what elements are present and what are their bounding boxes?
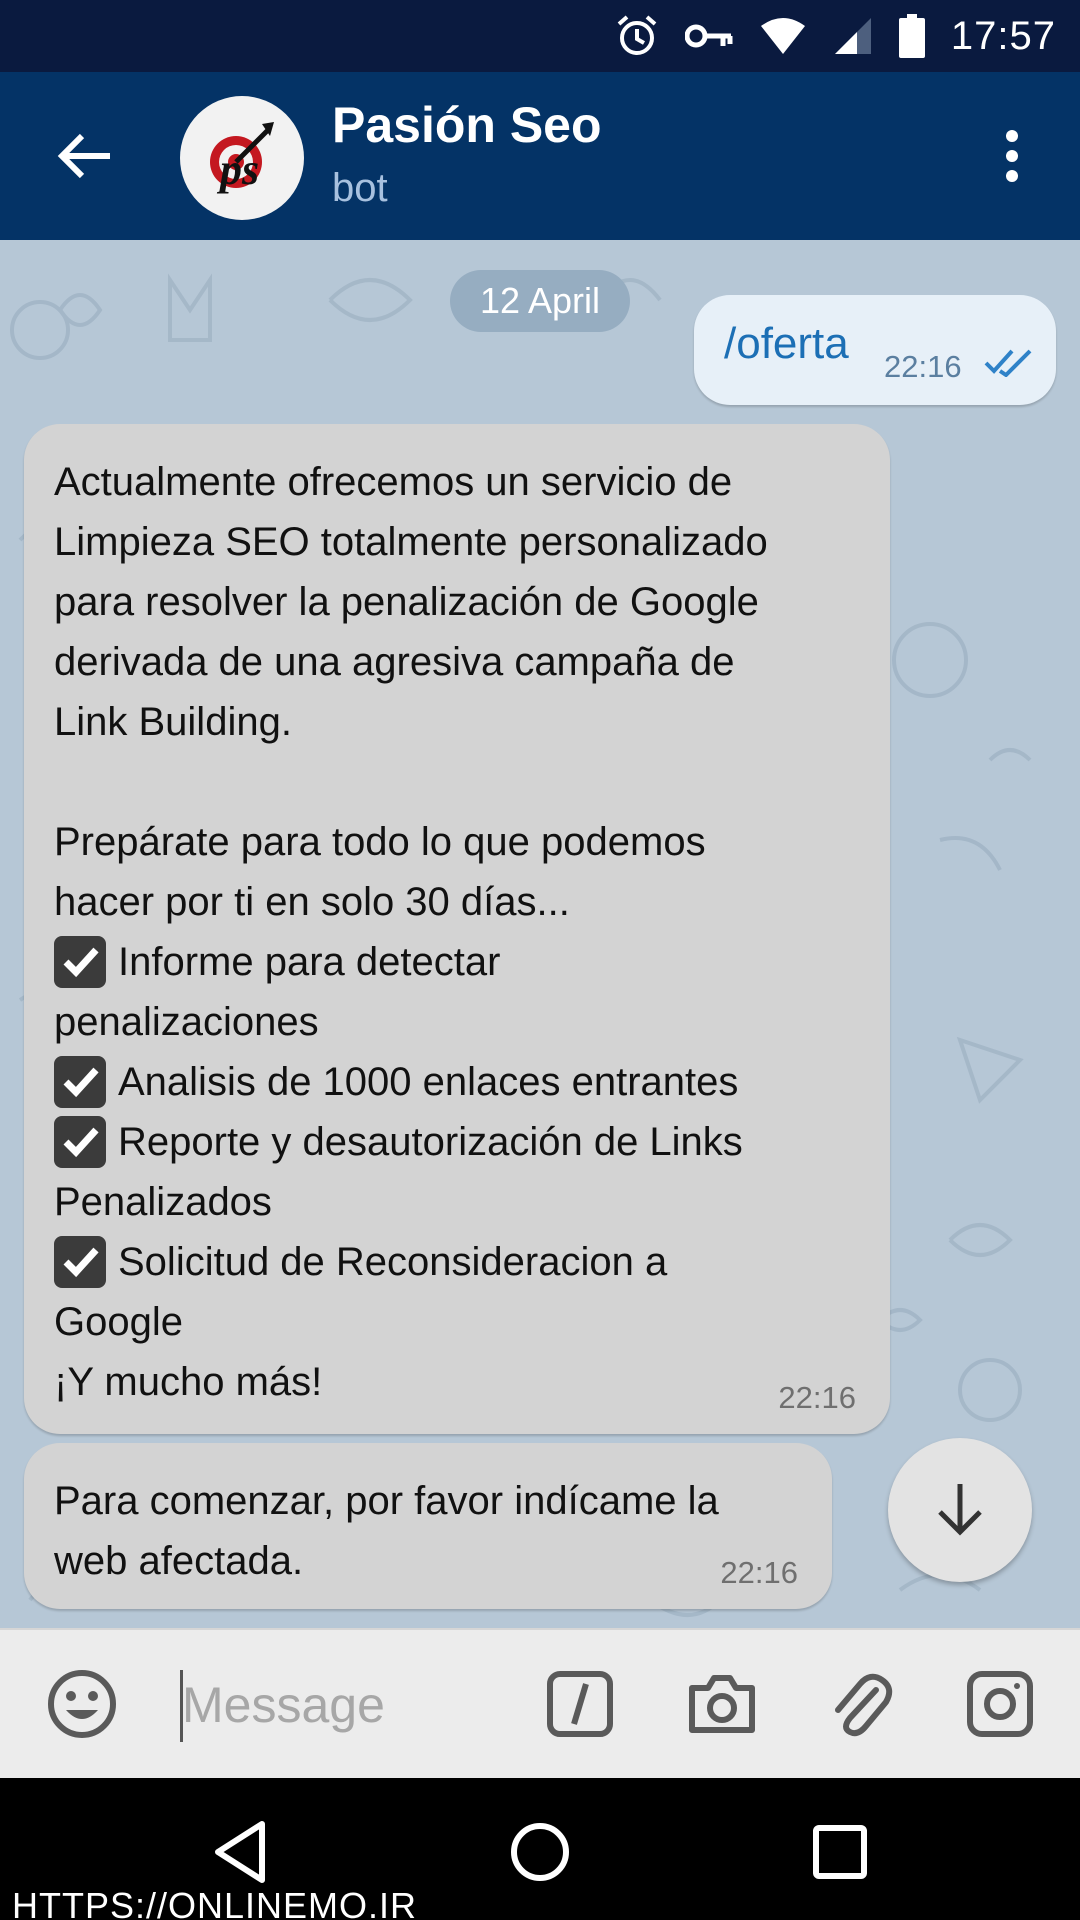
checklist-item: Reporte y desautorización de Links [54, 1112, 874, 1172]
emoji-button[interactable] [46, 1668, 118, 1740]
alarm-icon [615, 14, 659, 58]
incoming-message[interactable]: Actualmente ofrecemos un servicio de Lim… [24, 424, 890, 1434]
message-line: Limpieza SEO totalmente personalizado [54, 520, 768, 564]
pasion-seo-logo: ps [210, 122, 274, 194]
status-bar: 17:57 [0, 0, 1080, 72]
checklist-item: Informe para detectar [54, 932, 874, 992]
scroll-down-button[interactable] [888, 1438, 1032, 1582]
arrow-down-icon [938, 1484, 982, 1536]
avatar[interactable]: ps [180, 96, 304, 220]
message-line: hacer por ti en solo 30 días... [54, 880, 570, 924]
incoming-message-text: Actualmente ofrecemos un servicio de Lim… [54, 452, 874, 1412]
nav-recent-button[interactable] [800, 1812, 880, 1892]
checklist-item-text: Informe para detectar [118, 940, 501, 984]
nav-back-icon [215, 1821, 265, 1883]
message-line: Para comenzar, por favor indícame la [54, 1479, 719, 1523]
checklist-item: Analisis de 1000 enlaces entrantes [54, 1052, 874, 1112]
message-line: para resolver la penalización de Google [54, 580, 759, 624]
outgoing-message[interactable]: /oferta 22:16 [694, 295, 1056, 405]
checklist-item-text: Solicitud de Reconsideracion a [118, 1240, 668, 1284]
message-line: Google [54, 1300, 183, 1344]
battery-icon [898, 14, 925, 58]
app-bar: ps Pasión Seo bot [0, 72, 1080, 240]
nav-recent-icon [813, 1825, 867, 1879]
message-line: derivada de una agresiva campaña de [54, 640, 735, 684]
check-box-icon [54, 936, 106, 988]
incoming-message[interactable]: Para comenzar, por favor indícame la web… [24, 1443, 832, 1609]
incoming-message-time: 22:16 [720, 1555, 798, 1590]
slash-command-icon [547, 1671, 613, 1737]
message-line: penalizaciones [54, 1000, 319, 1044]
message-line: ¡Y mucho más! [54, 1360, 323, 1404]
check-box-icon [54, 1236, 106, 1288]
more-vert-icon [1006, 130, 1018, 182]
attach-button[interactable] [826, 1668, 898, 1740]
watermark: HTTPS://ONLINEMO.IR [12, 1885, 418, 1920]
status-icons: 17:57 [615, 0, 1056, 72]
message-line: Penalizados [54, 1180, 272, 1224]
attach-icon [835, 1673, 893, 1737]
checklist-item-text: Analisis de 1000 enlaces entrantes [118, 1060, 739, 1104]
arrow-left-icon [57, 133, 110, 179]
camera-button[interactable] [686, 1668, 758, 1740]
nav-home-icon [511, 1823, 569, 1881]
input-bar [0, 1628, 1080, 1778]
svg-text:ps: ps [216, 145, 259, 194]
camera-icon [689, 1675, 755, 1733]
nav-back-button[interactable] [200, 1812, 280, 1892]
incoming-message-time: 22:16 [778, 1380, 856, 1415]
checklist-item: Solicitud de Reconsideracion a [54, 1232, 874, 1292]
check-box-icon [54, 1116, 106, 1168]
outgoing-message-time: 22:16 [884, 349, 962, 384]
chat-subtitle: bot [332, 166, 388, 210]
double-check-icon [984, 349, 1032, 377]
message-input[interactable] [180, 1664, 524, 1746]
key-icon [684, 21, 733, 51]
status-time: 17:57 [950, 13, 1056, 58]
instagram-button[interactable] [964, 1668, 1036, 1740]
date-separator: 12 April [450, 270, 630, 332]
back-button[interactable] [44, 116, 124, 196]
screen: 17:57 ps Pasión Seo bot 12 April /oferta… [0, 0, 1080, 1920]
message-line: Link Building. [54, 700, 292, 744]
message-line: Prepárate para todo lo que podemos [54, 820, 706, 864]
chat-title: Pasión Seo [332, 97, 602, 153]
wifi-icon [759, 16, 807, 56]
bot-commands-button[interactable] [544, 1668, 616, 1740]
message-line: Actualmente ofrecemos un servicio de [54, 460, 733, 504]
chat-area[interactable]: 12 April /oferta 22:16 Actualmente ofrec… [0, 240, 1080, 1628]
nav-home-button[interactable] [500, 1812, 580, 1892]
emoji-icon [48, 1670, 116, 1738]
more-options-button[interactable] [972, 116, 1052, 196]
check-box-icon [54, 1056, 106, 1108]
outgoing-message-text: /oferta [724, 319, 849, 368]
checklist-item-text: Reporte y desautorización de Links [118, 1120, 743, 1164]
instagram-icon [967, 1671, 1033, 1737]
signal-icon [833, 16, 873, 56]
